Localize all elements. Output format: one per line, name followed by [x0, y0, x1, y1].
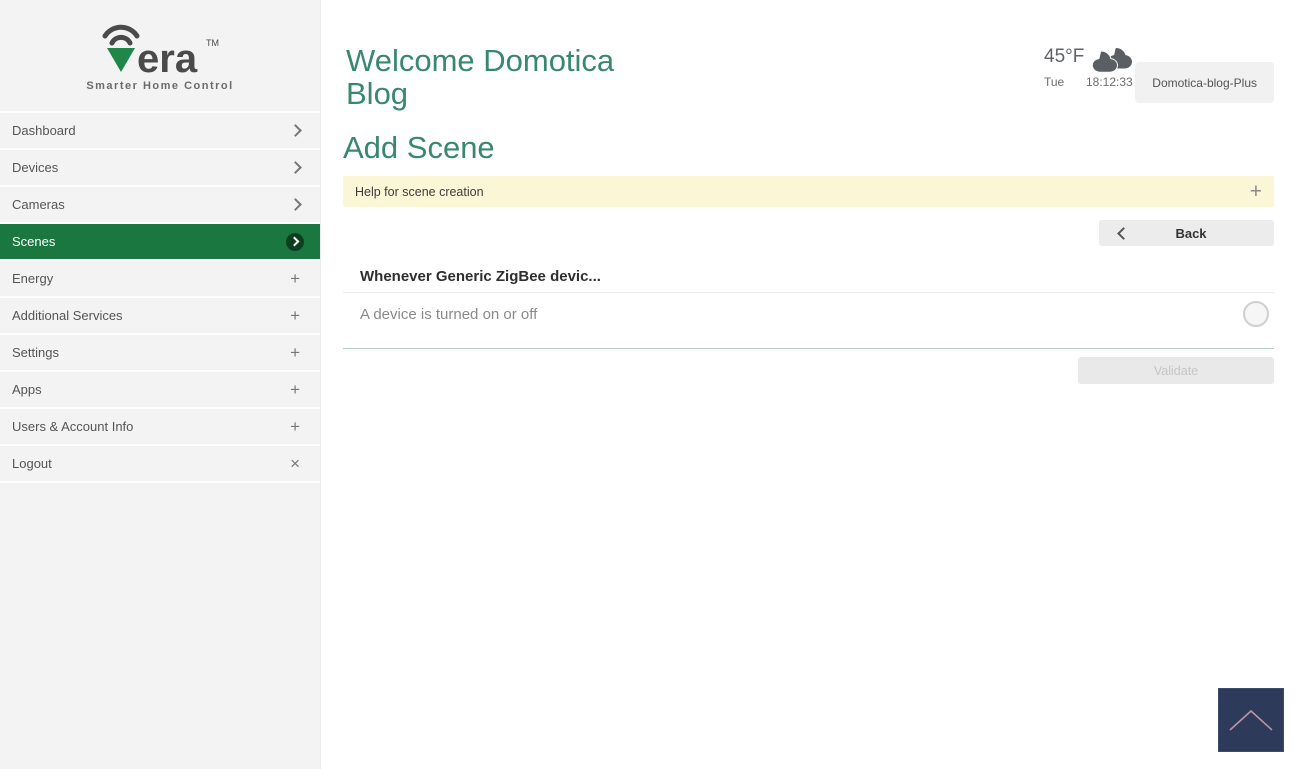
sidebar-item-devices[interactable]: Devices: [0, 150, 320, 187]
sidebar-item-label: Logout: [12, 456, 52, 471]
welcome-title: Welcome Domotica Blog: [346, 44, 656, 110]
sidebar-item-scenes[interactable]: Scenes: [0, 224, 320, 261]
plus-icon: +: [290, 306, 300, 326]
sidebar-item-logout[interactable]: Logout ×: [0, 446, 320, 483]
sidebar-item-label: Energy: [12, 271, 53, 286]
chevron-right-icon: [291, 200, 300, 209]
plus-icon: +: [290, 343, 300, 363]
plus-icon: +: [290, 380, 300, 400]
sidebar-item-additional-services[interactable]: Additional Services +: [0, 298, 320, 335]
plus-icon: +: [290, 269, 300, 289]
hub-selector[interactable]: Domotica-blog-Plus: [1135, 62, 1274, 103]
sidebar-item-cameras[interactable]: Cameras: [0, 187, 320, 224]
trigger-option-label: A device is turned on or off: [360, 306, 537, 323]
chevron-right-circle-icon: [286, 233, 304, 251]
plus-icon: +: [290, 417, 300, 437]
sidebar-item-apps[interactable]: Apps +: [0, 372, 320, 409]
vera-logo-mark: era TM: [96, 20, 224, 82]
page-title: Add Scene: [343, 130, 495, 166]
sidebar-item-label: Apps: [12, 382, 42, 397]
vera-app-window: era TM Smarter Home Control Dashboard De…: [0, 0, 1300, 769]
sidebar-item-label: Devices: [12, 160, 58, 175]
sidebar-item-label: Dashboard: [12, 123, 76, 138]
trigger-option-radio[interactable]: [1243, 301, 1269, 327]
vera-logo: era TM Smarter Home Control: [0, 0, 320, 113]
sidebar-item-users-account-info[interactable]: Users & Account Info +: [0, 409, 320, 446]
chevron-right-icon: [291, 163, 300, 172]
expand-plus-icon[interactable]: +: [1250, 181, 1262, 202]
logo-tagline: Smarter Home Control: [86, 80, 233, 92]
weather-day: Tue: [1044, 75, 1064, 89]
weather-temperature: 45°F: [1044, 46, 1084, 68]
sidebar-item-settings[interactable]: Settings +: [0, 335, 320, 372]
sidebar-item-label: Users & Account Info: [12, 419, 133, 434]
chevron-right-icon: [291, 126, 300, 135]
help-bar[interactable]: Help for scene creation +: [343, 176, 1274, 207]
scene-trigger-section: Whenever Generic ZigBee devic... A devic…: [343, 268, 1274, 349]
clock-time: 18:12:33: [1086, 75, 1133, 89]
back-button-label: Back: [1128, 226, 1254, 241]
trigger-title: Whenever Generic ZigBee devic...: [343, 268, 1274, 293]
svg-text:era: era: [137, 37, 198, 81]
chevron-up-icon: [1226, 707, 1276, 733]
cloudy-icon: [1088, 42, 1132, 79]
svg-text:TM: TM: [206, 38, 219, 48]
hub-name: Domotica-blog-Plus: [1152, 76, 1257, 90]
sidebar-nav: Dashboard Devices Cameras Scenes Energy …: [0, 113, 320, 483]
sidebar-item-label: Scenes: [12, 234, 55, 249]
sidebar-item-label: Additional Services: [12, 308, 123, 323]
sidebar-item-label: Settings: [12, 345, 59, 360]
trigger-option-row[interactable]: A device is turned on or off: [343, 293, 1274, 335]
close-icon: ×: [290, 454, 300, 474]
back-button[interactable]: Back: [1099, 220, 1274, 246]
help-bar-label: Help for scene creation: [355, 185, 484, 199]
sidebar-item-energy[interactable]: Energy +: [0, 261, 320, 298]
logo-green-triangle: [107, 48, 135, 72]
sidebar-item-label: Cameras: [12, 197, 65, 212]
section-divider: [343, 348, 1274, 349]
scroll-to-top-button[interactable]: [1218, 688, 1284, 752]
sidebar: era TM Smarter Home Control Dashboard De…: [0, 0, 321, 769]
validate-button[interactable]: Validate: [1078, 357, 1274, 384]
sidebar-item-dashboard[interactable]: Dashboard: [0, 113, 320, 150]
